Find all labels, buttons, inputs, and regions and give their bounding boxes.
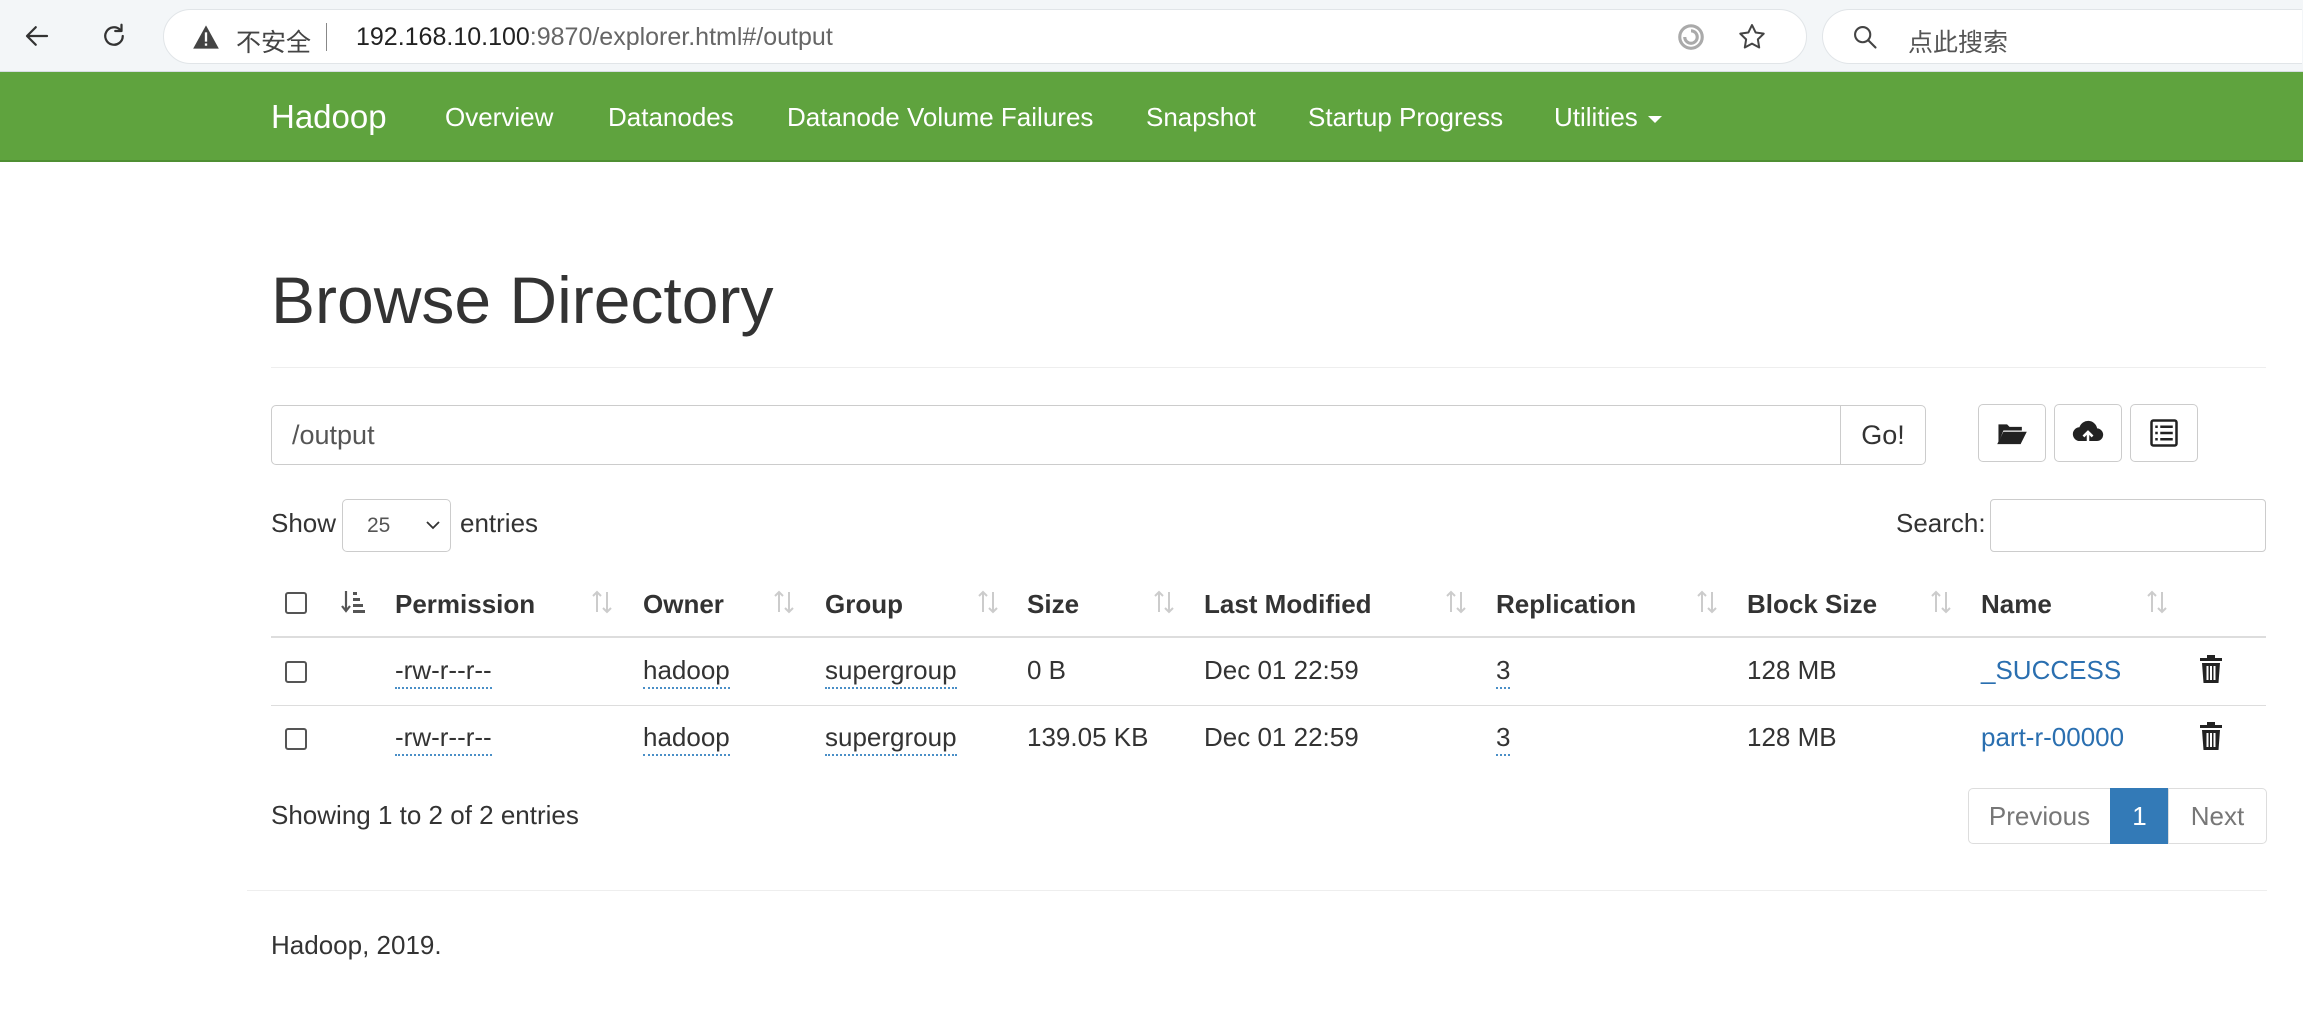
page-title: Browse Directory [271,263,774,337]
permission-cell[interactable]: -rw-r--r-- [395,655,492,689]
owner-cell[interactable]: hadoop [643,722,730,756]
column-header-size[interactable]: Size [1027,589,1079,620]
address-separator [326,23,327,51]
read-aloud-icon[interactable] [1676,22,1706,52]
url-text[interactable]: 192.168.10.100:9870/explorer.html#/outpu… [356,23,833,52]
page-button-current[interactable]: 1 [2110,788,2169,844]
sort-both-icon[interactable] [2144,588,2170,616]
column-header-block-size[interactable]: Block Size [1747,589,1877,620]
column-header-group[interactable]: Group [825,589,903,620]
column-header-replication[interactable]: Replication [1496,589,1636,620]
title-divider [271,367,2266,368]
replication-cell[interactable]: 3 [1496,722,1511,756]
browser-toolbar: 不安全 192.168.10.100:9870/explorer.html#/o… [0,0,2303,72]
nav-datanodes[interactable]: Datanodes [608,102,734,133]
replication-cell[interactable]: 3 [1496,655,1511,689]
row-divider [271,705,2266,706]
brand-link[interactable]: Hadoop [271,98,387,136]
caret-down-icon [1647,115,1662,123]
table-info: Showing 1 to 2 of 2 entries [271,800,579,830]
directory-path-input[interactable]: /output [271,405,1841,465]
select-all-checkbox[interactable] [285,592,307,614]
previous-page-button[interactable]: Previous [1968,788,2111,844]
column-header-name[interactable]: Name [1981,589,2052,620]
nav-volume-failures[interactable]: Datanode Volume Failures [787,102,1093,133]
trash-icon[interactable] [2198,721,2224,751]
url-path: :9870/explorer.html#/output [529,23,833,51]
sort-both-icon[interactable] [771,588,797,616]
row-checkbox[interactable] [285,728,307,750]
file-name-link[interactable]: part-r-00000 [1981,722,2124,753]
show-label: Show [271,508,337,538]
table-search-label: Search: [1896,508,1986,538]
nav-overview[interactable]: Overview [445,102,553,133]
file-name-link[interactable]: _SUCCESS [1981,655,2121,686]
browser-search-box[interactable]: 点此搜索 [1822,9,2302,64]
sort-both-icon[interactable] [1151,588,1177,616]
row-checkbox[interactable] [285,661,307,683]
favorite-star-icon[interactable] [1736,21,1768,53]
sort-both-icon[interactable] [1443,588,1469,616]
top-navbar: Hadoop Overview Datanodes Datanode Volum… [0,72,2303,162]
block-size-cell: 128 MB [1747,722,1837,752]
group-cell[interactable]: supergroup [825,655,957,689]
back-arrow-icon [25,26,49,46]
table-search-input[interactable] [1990,499,2266,552]
upload-files-button[interactable] [2054,404,2122,462]
url-host: 192.168.10.100 [356,23,530,51]
nav-snapshot[interactable]: Snapshot [1146,102,1256,133]
trash-icon[interactable] [2198,654,2224,684]
group-cell[interactable]: supergroup [825,722,957,756]
reload-icon [104,23,124,46]
size-cell: 139.05 KB [1027,722,1149,752]
permission-cell[interactable]: -rw-r--r-- [395,722,492,756]
block-size-cell: 128 MB [1747,655,1837,685]
entries-select-value: 25 [367,514,391,537]
sort-both-icon[interactable] [975,588,1001,616]
modified-cell: Dec 01 22:59 [1204,722,1359,752]
security-label[interactable]: 不安全 [236,23,311,59]
owner-cell[interactable]: hadoop [643,655,730,689]
nav-utilities-dropdown[interactable]: Utilities [1554,102,1662,133]
sort-both-icon[interactable] [1928,588,1954,616]
entries-label: entries [460,508,539,538]
column-header-permission[interactable]: Permission [395,589,535,620]
list-alt-icon [2150,419,2178,447]
folder-open-icon [1997,424,2027,445]
footer-divider [247,890,2267,891]
warning-icon [193,25,219,49]
next-page-button[interactable]: Next [2168,788,2267,844]
nav-startup-progress[interactable]: Startup Progress [1308,102,1503,133]
search-icon [1854,26,1877,49]
nav-utilities-label: Utilities [1554,102,1638,132]
column-header-last-modified[interactable]: Last Modified [1204,589,1372,620]
table-header-divider [271,636,2266,638]
go-button[interactable]: Go! [1840,405,1926,465]
sort-amount-asc-icon[interactable] [340,588,366,616]
sort-both-icon[interactable] [1694,588,1720,616]
footer-text: Hadoop, 2019. [271,930,442,960]
reload-button[interactable] [92,14,136,58]
back-button[interactable] [15,14,59,58]
chevron-down-icon [426,521,440,530]
search-placeholder: 点此搜索 [1908,28,2009,57]
column-header-owner[interactable]: Owner [643,589,724,620]
cloud-upload-icon [2072,420,2104,445]
entries-per-page-select[interactable]: 25 [342,499,451,552]
size-cell: 0 B [1027,655,1067,685]
create-directory-button[interactable] [1978,404,2046,462]
modified-cell: Dec 01 22:59 [1204,655,1359,685]
address-bar[interactable]: 不安全 192.168.10.100:9870/explorer.html#/o… [163,9,1807,64]
cut-paste-button[interactable] [2130,404,2198,462]
sort-both-icon[interactable] [589,588,615,616]
